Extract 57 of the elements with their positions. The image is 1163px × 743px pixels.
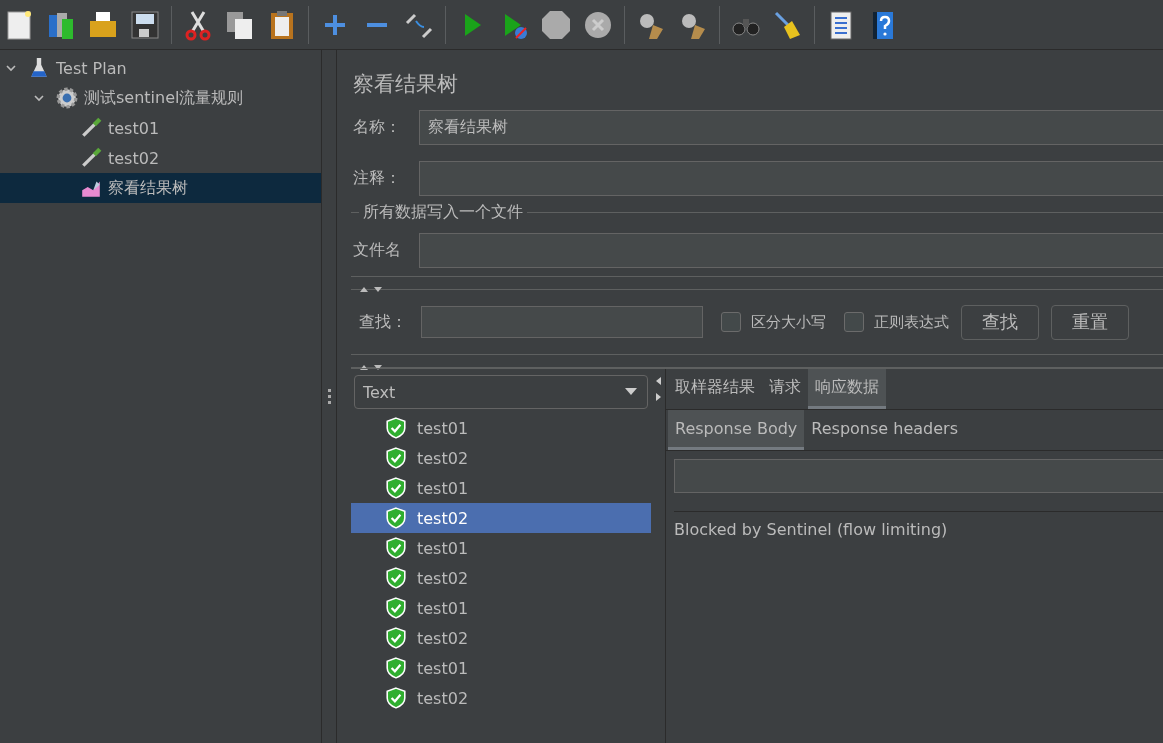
success-shield-icon [385, 657, 407, 679]
checkbox-option[interactable]: 区分大小写 [721, 312, 826, 332]
success-shield-icon [385, 537, 407, 559]
dropdown-arrow-icon [625, 388, 637, 396]
success-shield-icon [385, 567, 407, 589]
result-item[interactable]: test02 [351, 683, 651, 713]
name-field[interactable]: 察看结果树 [419, 110, 1163, 145]
flask-icon [28, 57, 50, 79]
success-shield-icon [385, 477, 407, 499]
group-title: 所有数据写入一个文件 [359, 202, 527, 223]
panel-title: 察看结果树 [353, 71, 459, 98]
result-item[interactable]: test01 [351, 593, 651, 623]
tab[interactable]: Response headers [804, 410, 965, 450]
success-shield-icon [385, 507, 407, 529]
result-item[interactable]: test02 [351, 563, 651, 593]
search-button[interactable]: 查找 [961, 304, 1039, 340]
checkbox-option[interactable]: 正则表达式 [844, 312, 949, 332]
search-field[interactable] [674, 459, 1163, 493]
success-shield-icon [385, 597, 407, 619]
tree-item[interactable]: test02 [0, 143, 321, 173]
comment-field[interactable] [419, 161, 1163, 196]
tree-item[interactable]: 测试sentinel流量规则 [0, 83, 321, 113]
name-label: 名称： [352, 117, 402, 138]
splitter-handle[interactable] [327, 388, 331, 405]
save-icon[interactable] [129, 8, 161, 41]
checkbox[interactable] [844, 312, 864, 332]
renderer-dropdown[interactable]: Text [354, 375, 648, 409]
tab[interactable]: 请求 [762, 369, 808, 409]
tree-item[interactable]: 察看结果树 [0, 173, 321, 203]
stop-icon[interactable] [540, 8, 572, 41]
tab[interactable]: 取样器结果 [668, 369, 762, 409]
comment-label: 注释： [352, 168, 402, 189]
checkbox[interactable] [721, 312, 741, 332]
filename-label: 文件名 [352, 240, 402, 261]
result-item[interactable]: test01 [351, 533, 651, 563]
result-item[interactable]: test01 [351, 413, 651, 443]
gear-icon [56, 87, 78, 109]
success-shield-icon [385, 447, 407, 469]
pipette-icon [80, 147, 102, 169]
response-text: Blocked by Sentinel (flow limiting) [674, 511, 1163, 539]
success-shield-icon [385, 687, 407, 709]
pipette-icon [80, 117, 102, 139]
tree-item[interactable]: Test Plan [0, 53, 321, 83]
success-shield-icon [385, 417, 407, 439]
tab[interactable]: Response Body [668, 410, 805, 450]
search-button[interactable]: 重置 [1051, 304, 1129, 340]
filename-field[interactable] [419, 233, 1163, 268]
result-item[interactable]: test01 [351, 653, 651, 683]
success-shield-icon [385, 627, 407, 649]
search-label: 查找： [358, 311, 407, 333]
search-field[interactable] [421, 306, 703, 338]
tab[interactable]: 响应数据 [808, 369, 886, 409]
result-item[interactable]: test01 [351, 473, 651, 503]
result-item[interactable]: test02 [351, 443, 651, 473]
tree-item[interactable]: test01 [0, 113, 321, 143]
result-item[interactable]: test02 [351, 503, 651, 533]
result-item[interactable]: test02 [351, 623, 651, 653]
